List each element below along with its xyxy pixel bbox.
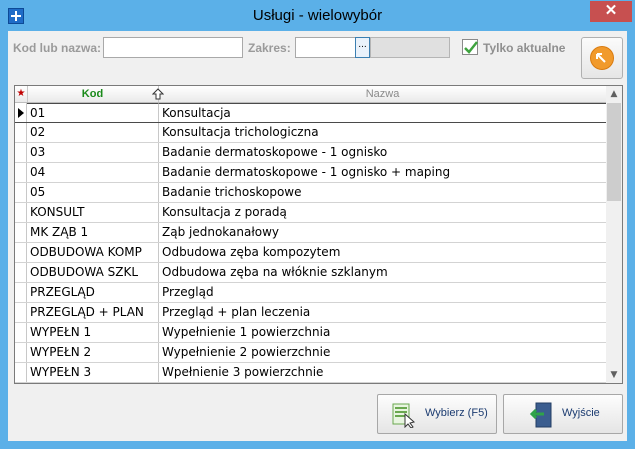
zakres-label: Zakres:	[248, 41, 291, 55]
current-row-arrow-icon	[18, 108, 24, 118]
checkmark-icon	[464, 41, 478, 54]
kod-lub-nazwa-label: Kod lub nazwa:	[13, 41, 101, 55]
cell-nazwa[interactable]: Badanie dermatoskopowe - 1 ognisko + map…	[159, 163, 606, 182]
row-indicator[interactable]	[15, 123, 27, 142]
cell-nazwa[interactable]: Konsultacja	[159, 103, 606, 122]
cell-nazwa[interactable]: Przegląd + plan leczenia	[159, 303, 606, 322]
row-indicator[interactable]	[15, 243, 27, 262]
row-indicator[interactable]	[15, 363, 27, 382]
table-row[interactable]: KONSULT Konsultacja z poradą	[15, 203, 606, 223]
cell-nazwa[interactable]: Konsultacja z poradą	[159, 203, 606, 222]
row-indicator[interactable]	[15, 303, 27, 322]
cell-kod[interactable]: PRZEGLĄD	[27, 283, 159, 302]
cell-nazwa[interactable]: Ząb jednokanałowy	[159, 223, 606, 242]
table-row[interactable]: WYPEŁN 1 Wypełnienie 1 powierzchnia	[15, 323, 606, 343]
table-row[interactable]: PRZEGLĄD Przegląd	[15, 283, 606, 303]
cell-kod[interactable]: 05	[27, 183, 159, 202]
cell-kod[interactable]: 04	[27, 163, 159, 182]
title-bar[interactable]: Usługi - wielowybór ✕	[0, 0, 635, 32]
cell-kod[interactable]: WYPEŁN 1	[27, 323, 159, 342]
cell-kod[interactable]: 03	[27, 143, 159, 162]
cell-nazwa[interactable]: Przegląd	[159, 283, 606, 302]
refresh-button[interactable]	[581, 37, 623, 79]
cell-nazwa[interactable]: Badanie dermatoskopowe - 1 ognisko	[159, 143, 606, 162]
wyjscie-button[interactable]: Wyjście	[503, 394, 623, 434]
kod-lub-nazwa-input[interactable]	[103, 37, 243, 58]
row-indicator[interactable]	[15, 103, 27, 122]
zakres-ellipsis-button[interactable]: ...	[355, 37, 370, 58]
cell-kod[interactable]: 02	[27, 123, 159, 142]
cell-kod[interactable]: WYPEŁN 2	[27, 343, 159, 362]
dialog-body: Kod lub nazwa: Zakres: ... Tylko aktualn…	[8, 31, 627, 441]
row-indicator[interactable]	[15, 163, 27, 182]
select-list-icon	[392, 403, 416, 428]
scroll-thumb[interactable]	[607, 103, 621, 201]
row-indicator[interactable]	[15, 143, 27, 162]
wyjscie-button-label: Wyjście	[562, 407, 600, 419]
table-row[interactable]: 03 Badanie dermatoskopowe - 1 ognisko	[15, 143, 606, 163]
table-row[interactable]: ODBUDOWA SZKL Odbudowa zęba na włóknie sz…	[15, 263, 606, 283]
orange-arrow-icon	[590, 46, 614, 70]
dialog-window: Usługi - wielowybór ✕ Kod lub nazwa: Zak…	[0, 0, 635, 449]
cell-nazwa[interactable]: Badanie trichoskopowe	[159, 183, 606, 202]
row-indicator[interactable]	[15, 283, 27, 302]
services-grid[interactable]: ★ Kod Nazwa 01 Konsultacja 02 Konsultacja t…	[14, 85, 623, 384]
zakres-display-field	[370, 37, 450, 58]
row-indicator[interactable]	[15, 323, 27, 342]
cell-kod[interactable]: ODBUDOWA KOMP	[27, 243, 159, 262]
cell-kod[interactable]: ODBUDOWA SZKL	[27, 263, 159, 282]
cell-nazwa[interactable]: Odbudowa zęba kompozytem	[159, 243, 606, 262]
row-indicator[interactable]	[15, 263, 27, 282]
table-row[interactable]: PRZEGLĄD + PLAN Przegląd + plan leczenia	[15, 303, 606, 323]
cell-kod[interactable]: KONSULT	[27, 203, 159, 222]
cell-kod[interactable]: MK ZĄB 1	[27, 223, 159, 242]
scroll-down-icon[interactable]: ▼	[606, 367, 622, 383]
tylko-aktualne-label: Tylko aktualne	[483, 41, 566, 55]
window-title: Usługi - wielowybór	[252, 7, 383, 24]
column-header-kod-label: Kod	[81, 88, 104, 100]
table-row[interactable]: ODBUDOWA KOMP Odbudowa zęba kompozytem	[15, 243, 606, 263]
wybierz-button-label: Wybierz (F5)	[425, 407, 488, 419]
tylko-aktualne-checkbox[interactable]	[462, 39, 478, 55]
column-header-kod[interactable]: Kod	[27, 86, 164, 102]
column-header-nazwa[interactable]: Nazwa	[159, 86, 606, 102]
scroll-up-icon[interactable]: ▲	[606, 86, 622, 102]
table-row[interactable]: 05 Badanie trichoskopowe	[15, 183, 606, 203]
table-row[interactable]: MK ZĄB 1 Ząb jednokanałowy	[15, 223, 606, 243]
cell-nazwa[interactable]: Odbudowa zęba na włóknie szklanym	[159, 263, 606, 282]
exit-door-icon	[530, 402, 552, 428]
vertical-scrollbar[interactable]: ▲ ▼	[606, 86, 622, 383]
cell-kod[interactable]: WYPEŁN 3	[27, 363, 159, 382]
cell-nazwa[interactable]: Konsultacja trichologiczna	[159, 123, 606, 142]
table-row[interactable]: 04 Badanie dermatoskopowe - 1 ognisko + m…	[15, 163, 606, 183]
row-indicator[interactable]	[15, 223, 27, 242]
cell-nazwa[interactable]: Wypełnienie 1 powierzchnia	[159, 323, 606, 342]
zakres-input[interactable]	[295, 37, 356, 58]
grid-header: ★ Kod Nazwa	[15, 86, 606, 103]
table-row[interactable]: WYPEŁN 3 Wpełnienie 3 powierzchnie	[15, 363, 606, 383]
table-row[interactable]: WYPEŁN 2 Wypełnienie 2 powierzchnie	[15, 343, 606, 363]
row-indicator[interactable]	[15, 343, 27, 362]
cell-kod[interactable]: 01	[27, 103, 159, 122]
cell-kod[interactable]: PRZEGLĄD + PLAN	[27, 303, 159, 322]
table-row[interactable]: 02 Konsultacja trichologiczna	[15, 123, 606, 143]
cell-nazwa[interactable]: Wypełnienie 2 powierzchnie	[159, 343, 606, 362]
cell-nazwa[interactable]: Wpełnienie 3 powierzchnie	[159, 363, 606, 382]
row-indicator[interactable]	[15, 183, 27, 202]
close-button[interactable]: ✕	[590, 1, 632, 22]
row-indicator[interactable]	[15, 203, 27, 222]
table-row[interactable]: 01 Konsultacja	[15, 103, 606, 123]
wybierz-button[interactable]: Wybierz (F5)	[377, 394, 497, 434]
